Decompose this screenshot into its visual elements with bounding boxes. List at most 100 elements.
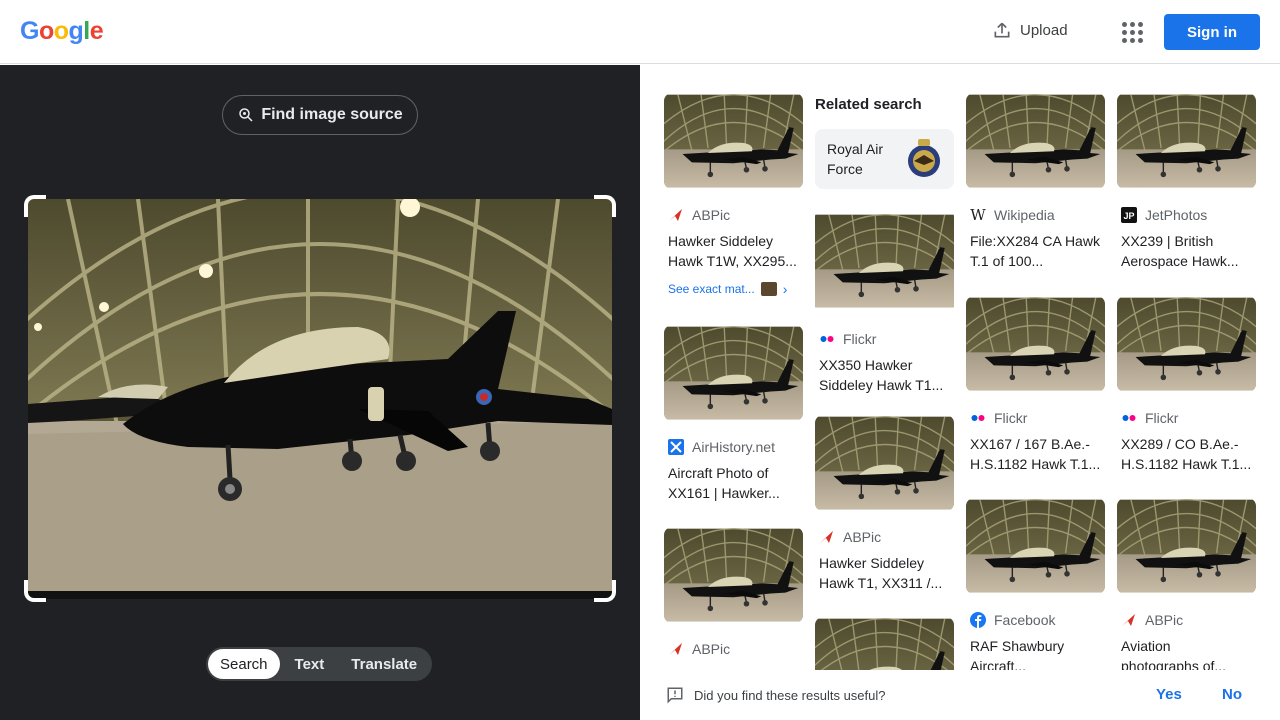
related-chip-label: Royal Air Force bbox=[827, 141, 884, 177]
result-thumbnail[interactable] bbox=[815, 415, 954, 511]
raf-crest-icon bbox=[908, 139, 940, 177]
result-card[interactable]: Flickr XX167 / 167 B.Ae.-H.S.1182 Hawk T… bbox=[966, 296, 1105, 474]
source-name: ABPic bbox=[692, 207, 731, 223]
wikipedia-icon: W bbox=[970, 206, 986, 224]
results-panel: ABPic Hawker Siddeley Hawk T1W, XX295...… bbox=[640, 65, 1280, 720]
sign-in-button[interactable]: Sign in bbox=[1164, 14, 1260, 50]
result-title[interactable]: File:XX284 CA Hawk T.1 of 100... bbox=[970, 231, 1101, 271]
query-image-panel: Find image source Search Text Translate bbox=[0, 65, 640, 720]
result-source: ABPic bbox=[668, 207, 803, 223]
facebook-icon bbox=[970, 612, 986, 628]
see-exact-matches-link[interactable]: See exact mat... › bbox=[668, 281, 799, 297]
result-card[interactable]: W Wikipedia File:XX284 CA Hawk T.1 of 10… bbox=[966, 93, 1105, 271]
source-name: Facebook bbox=[994, 612, 1056, 628]
result-title[interactable]: Aircraft Photo of XX161 | Hawker... bbox=[668, 463, 799, 503]
upload-icon bbox=[994, 22, 1010, 38]
result-source: JP JetPhotos bbox=[1121, 207, 1256, 223]
upload-label: Upload bbox=[1020, 21, 1068, 39]
flickr-icon bbox=[819, 331, 835, 347]
result-thumbnail[interactable] bbox=[815, 209, 954, 313]
abpic-icon bbox=[819, 529, 835, 545]
result-card[interactable]: ABPic Hawker Siddeley Hawk T1W, XX295...… bbox=[664, 93, 803, 297]
result-title[interactable]: XX239 | British Aerospace Hawk... bbox=[1121, 231, 1252, 271]
result-title[interactable]: XX289 / CO B.Ae.-H.S.1182 Hawk T.1... bbox=[1121, 434, 1252, 474]
result-thumbnail[interactable] bbox=[664, 93, 803, 189]
result-source: Facebook bbox=[970, 612, 1105, 628]
svg-text:JP: JP bbox=[1123, 211, 1134, 221]
result-card[interactable]: Flickr XX350 Hawker Siddeley Hawk T1... bbox=[815, 209, 954, 395]
flickr-icon bbox=[970, 410, 986, 426]
result-thumbnail[interactable] bbox=[664, 527, 803, 623]
feedback-question: Did you find these results useful? bbox=[694, 687, 886, 703]
tab-search[interactable]: Search bbox=[208, 649, 280, 679]
result-card[interactable]: ABPic Hawker Siddeley Hawk T1, XX311 /..… bbox=[815, 415, 954, 593]
result-source: Flickr bbox=[1121, 410, 1256, 426]
jetphotos-icon: JP bbox=[1121, 207, 1137, 223]
source-name: Flickr bbox=[843, 331, 877, 347]
feedback-bar: Did you find these results useful? Yes N… bbox=[640, 670, 1280, 720]
related-search-chip[interactable]: Royal Air Force bbox=[815, 129, 954, 189]
result-title[interactable]: Hawker Siddeley Hawk T1W, XX295... bbox=[668, 231, 799, 271]
find-image-source-button[interactable]: Find image source bbox=[222, 95, 418, 135]
apps-grid-icon[interactable] bbox=[1120, 20, 1144, 44]
upload-button[interactable]: Upload bbox=[992, 20, 1068, 40]
crop-handle-bottom-left[interactable] bbox=[24, 580, 46, 602]
result-card[interactable]: Facebook RAF Shawbury Aircraft... bbox=[966, 498, 1105, 676]
result-source: AirHistory.net bbox=[668, 439, 803, 455]
logo-letter-g: G bbox=[20, 17, 39, 45]
result-source: W Wikipedia bbox=[970, 206, 1105, 224]
crop-handle-bottom-right[interactable] bbox=[594, 580, 616, 602]
result-source: Flickr bbox=[970, 410, 1105, 426]
result-title[interactable]: XX350 Hawker Siddeley Hawk T1... bbox=[819, 355, 950, 395]
crop-handle-top-left[interactable] bbox=[24, 195, 46, 217]
source-name: Flickr bbox=[994, 410, 1028, 426]
result-card[interactable]: ABPic Aviation photographs of... bbox=[1117, 498, 1256, 676]
lens-search-icon bbox=[239, 108, 253, 122]
abpic-icon bbox=[1121, 612, 1137, 628]
source-name: ABPic bbox=[1145, 612, 1184, 628]
result-source: ABPic bbox=[819, 529, 954, 545]
feedback-icon bbox=[667, 687, 683, 704]
result-thumbnail[interactable] bbox=[966, 498, 1105, 594]
logo-letter-g2: g bbox=[68, 17, 84, 45]
result-card[interactable]: JP JetPhotos XX239 | British Aerospace H… bbox=[1117, 93, 1256, 271]
feedback-no-button[interactable]: No bbox=[1222, 670, 1242, 720]
logo-letter-e: e bbox=[89, 17, 104, 45]
result-source: Flickr bbox=[819, 331, 954, 347]
query-image[interactable] bbox=[28, 199, 612, 599]
result-thumbnail[interactable] bbox=[1117, 296, 1256, 392]
result-thumbnail[interactable] bbox=[966, 296, 1105, 392]
chevron-right-icon: › bbox=[782, 281, 788, 297]
feedback-yes-button[interactable]: Yes bbox=[1156, 670, 1182, 720]
result-card[interactable]: ABPic Aviation bbox=[664, 527, 803, 685]
logo-letter-o1: o bbox=[38, 17, 54, 45]
tab-text[interactable]: Text bbox=[280, 649, 340, 679]
result-source: ABPic bbox=[1121, 612, 1256, 628]
result-card[interactable]: AirHistory.net Aircraft Photo of XX161 |… bbox=[664, 325, 803, 503]
result-thumbnail[interactable] bbox=[1117, 498, 1256, 594]
source-name: Wikipedia bbox=[994, 207, 1055, 223]
source-name: AirHistory.net bbox=[692, 439, 775, 455]
airhistory-icon bbox=[668, 439, 684, 455]
find-image-source-label: Find image source bbox=[261, 106, 403, 123]
exact-match-thumbnail bbox=[760, 282, 777, 296]
result-thumbnail[interactable] bbox=[664, 325, 803, 421]
tab-translate[interactable]: Translate bbox=[339, 649, 429, 679]
result-title[interactable]: Hawker Siddeley Hawk T1, XX311 /... bbox=[819, 553, 950, 593]
logo-letter-o2: o bbox=[53, 17, 69, 45]
abpic-icon bbox=[668, 641, 684, 657]
abpic-icon bbox=[668, 207, 684, 223]
mode-tabs: Search Text Translate bbox=[206, 647, 432, 681]
see-exact-label: See exact mat... bbox=[668, 282, 755, 296]
result-source: ABPic bbox=[668, 641, 803, 657]
google-logo[interactable]: Google bbox=[20, 17, 104, 46]
result-thumbnail[interactable] bbox=[1117, 93, 1256, 189]
source-name: Flickr bbox=[1145, 410, 1179, 426]
result-thumbnail[interactable] bbox=[966, 93, 1105, 189]
crop-handle-top-right[interactable] bbox=[594, 195, 616, 217]
result-card[interactable]: Flickr XX289 / CO B.Ae.-H.S.1182 Hawk T.… bbox=[1117, 296, 1256, 474]
flickr-icon bbox=[1121, 410, 1137, 426]
source-name: ABPic bbox=[692, 641, 731, 657]
result-title[interactable]: XX167 / 167 B.Ae.-H.S.1182 Hawk T.1... bbox=[970, 434, 1101, 474]
source-name: ABPic bbox=[843, 529, 882, 545]
